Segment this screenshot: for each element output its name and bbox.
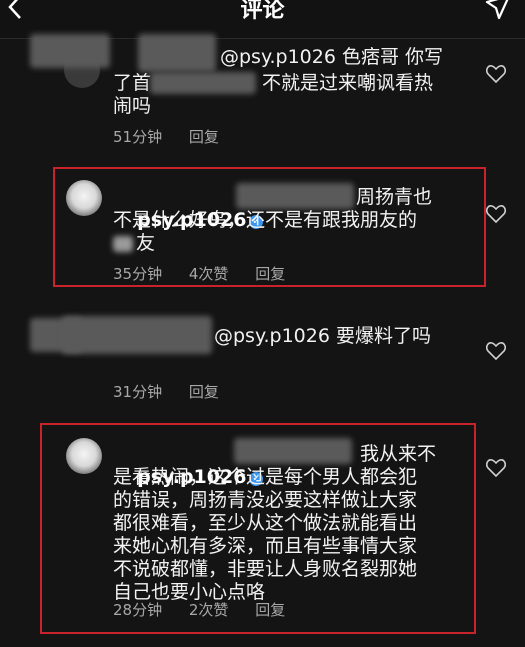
send-icon (485, 0, 509, 20)
comment-text: 不就是过来嘲讽看热 (262, 72, 434, 94)
avatar[interactable] (66, 180, 102, 216)
comment-meta: 51分钟 回复 (113, 126, 241, 147)
blurred-text (113, 236, 133, 252)
comment-time: 28分钟 (113, 601, 163, 619)
comment-meta: 35分钟 4次赞 回复 (113, 263, 307, 284)
comment-text: 周扬青也 (356, 186, 433, 208)
reply-button[interactable]: 回复 (255, 265, 285, 283)
blurred-username (138, 34, 216, 72)
comment-text: 是看热闹，这个过是每个男人都会犯 的错误，周扬青没必要这样做让大家 都很难看，至… (113, 466, 418, 603)
comment-text: @psy.p1026 要爆料了吗 (214, 325, 431, 347)
comment-text: 了首 (113, 72, 152, 94)
comment-text: 我从来不 (360, 443, 437, 465)
comment-meta: 31分钟 回复 (113, 381, 241, 402)
heart-icon[interactable] (486, 342, 506, 360)
reply-button[interactable]: 回复 (255, 601, 285, 619)
reply-button[interactable]: 回复 (189, 383, 219, 401)
comment-text: @psy.p1026 色痞哥 你写 (220, 46, 444, 68)
blurred-text (234, 438, 352, 464)
page-title: 评论 (240, 0, 285, 23)
comment-meta: 28分钟 2次赞 回复 (113, 599, 307, 620)
send-button[interactable] (485, 0, 511, 24)
heart-icon[interactable] (486, 205, 506, 223)
comment-text: 友 (136, 232, 156, 254)
comment-time: 51分钟 (113, 128, 163, 146)
like-count[interactable]: 2次赞 (189, 601, 229, 619)
comment-text: 闹吗 (113, 95, 152, 117)
comment-time: 35分钟 (113, 265, 163, 283)
heart-icon[interactable] (486, 459, 506, 477)
like-count[interactable]: 4次赞 (189, 265, 229, 283)
avatar[interactable] (66, 438, 102, 474)
comment-time: 31分钟 (113, 383, 163, 401)
comment-text: 不是什么好鸟，还不是有跟我朋友的 (113, 209, 418, 231)
blurred-text (150, 72, 256, 94)
blurred-text (236, 183, 354, 209)
blurred-username (62, 316, 212, 354)
heart-icon[interactable] (486, 65, 506, 83)
reply-button[interactable]: 回复 (189, 128, 219, 146)
blurred-username (30, 34, 110, 68)
app-header: 评论 (0, 0, 525, 38)
